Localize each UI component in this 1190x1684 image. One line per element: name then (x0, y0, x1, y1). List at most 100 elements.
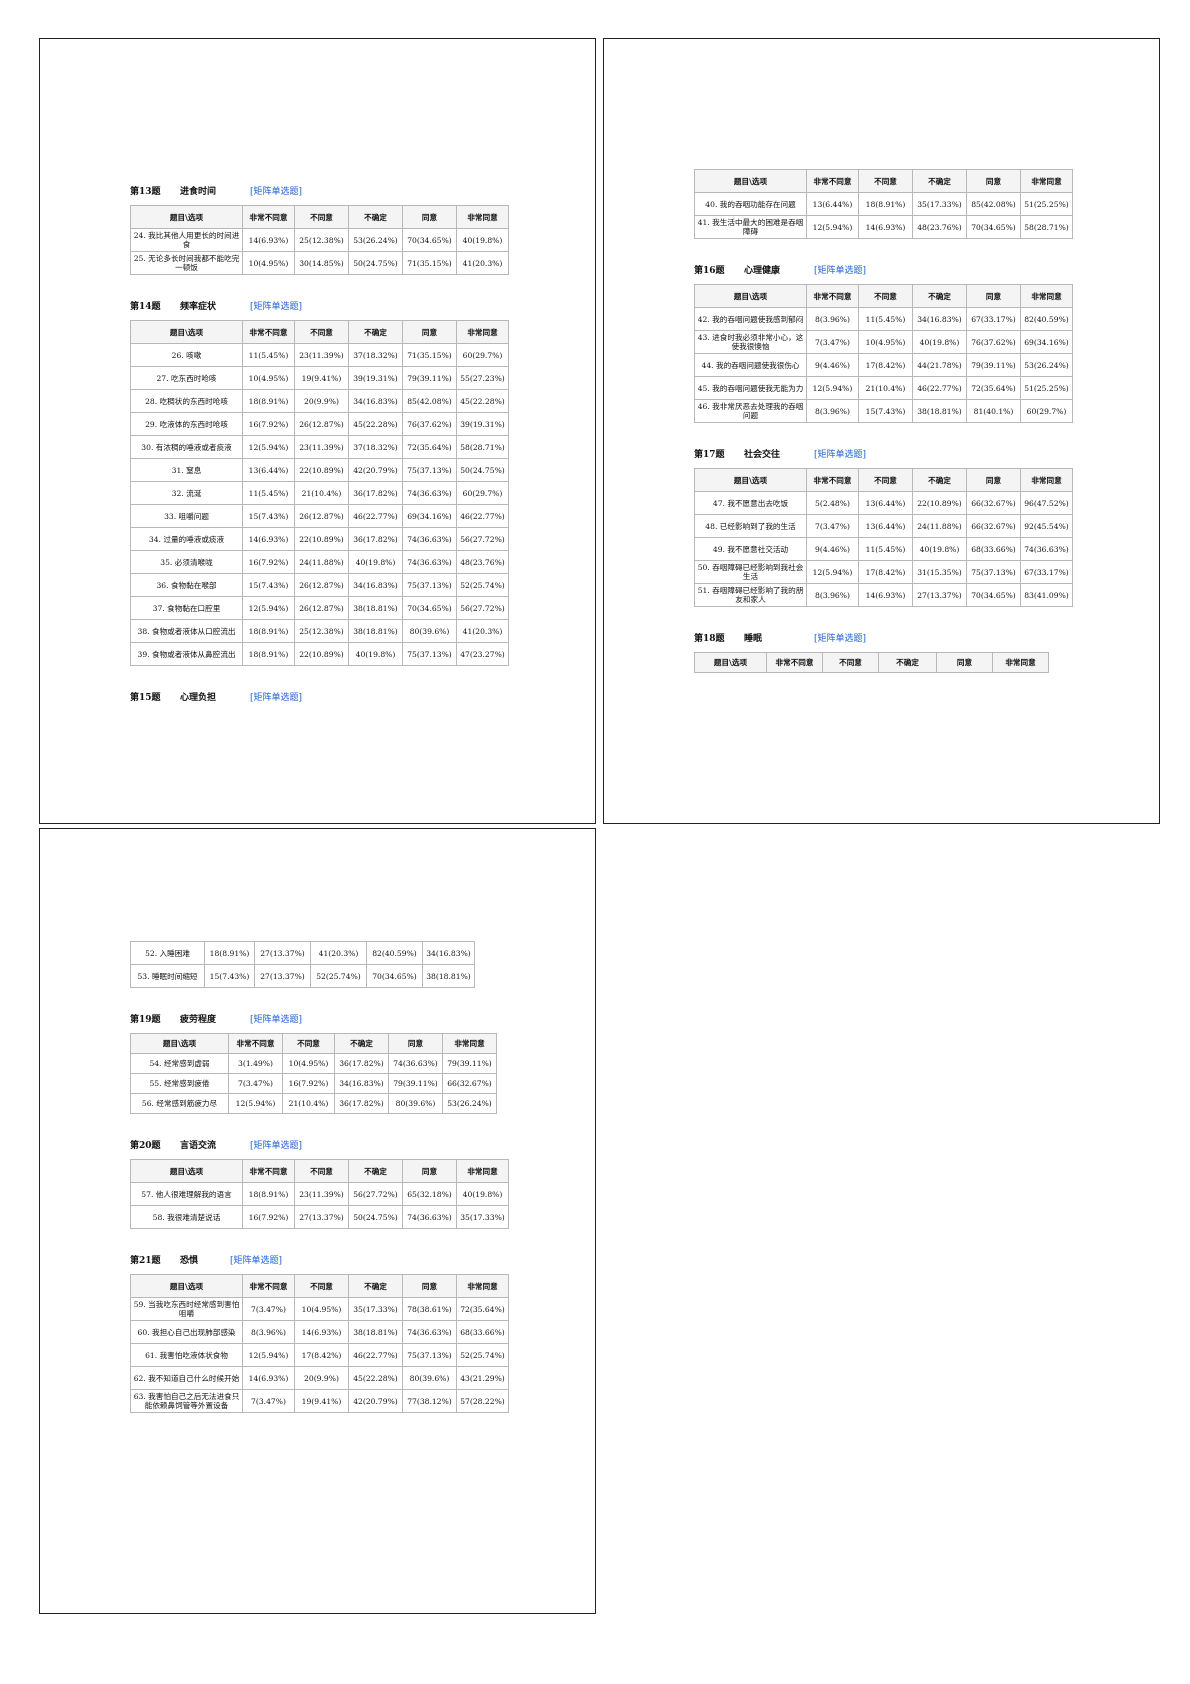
cell-value: 45(22.28%) (456, 389, 509, 413)
cell-value: 80(39.6%) (402, 1366, 457, 1390)
cell-value: 72(35.64%) (402, 435, 457, 459)
question-title: 言语交流 (180, 1141, 217, 1151)
question-type-link[interactable]: [矩阵单选题] (814, 634, 866, 644)
cell-value: 38(18.81%) (912, 399, 967, 423)
cell-value: 10(4.95%) (242, 251, 295, 275)
table-row: 41. 我生活中最大的困难是吞咽障碍 12(5.94%) 14(6.93%) 48(2… (694, 215, 1073, 239)
question-number: 第19题 (130, 1015, 161, 1025)
question-type-link[interactable]: [矩阵单选题] (250, 693, 302, 703)
cell-value: 13(6.44%) (858, 491, 913, 515)
cell-value: 40(19.8%) (348, 550, 403, 574)
cell-value: 7(3.47%) (242, 1297, 295, 1321)
cell-value: 18(8.91%) (242, 619, 295, 643)
column-header: 同意 (402, 1274, 457, 1298)
column-header: 非常同意 (456, 205, 509, 229)
cell-value: 45(22.28%) (348, 1366, 403, 1390)
page-3-content: 52. 入睡困难 18(8.91%) 27(13.37%) 41(20.3%) 82(4… (130, 941, 520, 1413)
cell-value: 42(20.79%) (348, 1389, 403, 1413)
cell-value: 16(7.92%) (242, 1205, 295, 1229)
question-type-link[interactable]: [矩阵单选题] (250, 1015, 302, 1025)
row-label: 46. 我非常厌恶去处理我的吞咽问题 (694, 399, 807, 423)
cell-value: 35(17.33%) (456, 1205, 509, 1229)
row-label: 24. 我比其他人用更长的时间进食 (130, 228, 243, 252)
cell-value: 56(27.72%) (456, 596, 509, 620)
column-header: 不同意 (294, 205, 349, 229)
cell-value: 38(18.81%) (348, 1320, 403, 1344)
question-type-link[interactable]: [矩阵单选题] (250, 1141, 302, 1151)
question-type-link[interactable]: [矩阵单选题] (250, 187, 302, 197)
question-number: 第18题 (694, 634, 725, 644)
cell-value: 17(8.42%) (858, 560, 913, 584)
table-header-row: 题目\选项 非常不同意 不同意 不确定 同意 非常同意 (130, 1274, 509, 1298)
question-14-header: 第14题 频率症状 [矩阵单选题] (130, 300, 520, 314)
question-18-header: 第18题 睡眠 [矩阵单选题] (694, 632, 1084, 646)
cell-value: 26(12.87%) (294, 504, 349, 528)
table-row: 24. 我比其他人用更长的时间进食 14(6.93%) 25(12.38%) 53(2… (130, 228, 509, 252)
question-18-table-header: 题目\选项 非常不同意 不同意 不确定 同意 非常同意 (694, 652, 1049, 673)
question-title: 疲劳程度 (180, 1015, 217, 1025)
column-header: 同意 (402, 320, 457, 344)
cell-value: 27(13.37%) (254, 941, 311, 965)
cell-value: 48(23.76%) (456, 550, 509, 574)
column-header: 题目\选项 (130, 320, 243, 344)
question-number: 第15题 (130, 693, 161, 703)
question-type-link[interactable]: [矩阵单选题] (250, 302, 302, 312)
column-header: 非常不同意 (242, 1159, 295, 1183)
question-15-header: 第15题 心理负担 [矩阵单选题] (130, 691, 520, 705)
question-type-link[interactable]: [矩阵单选题] (230, 1256, 282, 1266)
cell-value: 8(3.96%) (242, 1320, 295, 1344)
question-type-link[interactable]: [矩阵单选题] (814, 266, 866, 276)
table-row: 57. 他人很难理解我的语言 18(8.91%) 23(11.39%) 56(27.7… (130, 1182, 509, 1206)
cell-value: 57(28.22%) (456, 1389, 509, 1413)
cell-value: 11(5.45%) (858, 307, 913, 331)
question-13-table: 题目\选项 非常不同意 不同意 不确定 同意 非常同意 24. 我比其他人用更长的时间进食 1… (130, 205, 509, 275)
cell-value: 69(34.16%) (1020, 330, 1073, 354)
cell-value: 53(26.24%) (1020, 353, 1073, 377)
table-row: 55. 经常感到疲倦 7(3.47%) 16(7.92%) 34(16.83%) 79(… (130, 1073, 497, 1094)
cell-value: 41(20.3%) (310, 941, 367, 965)
question-type-link[interactable]: [矩阵单选题] (814, 450, 866, 460)
cell-value: 50(24.75%) (348, 251, 403, 275)
question-title: 心理健康 (744, 266, 781, 276)
cell-value: 8(3.96%) (806, 307, 859, 331)
table-row: 50. 吞咽障碍已经影响到我社会生活 12(5.94%) 17(8.42%) 31(1… (694, 560, 1073, 584)
cell-value: 15(7.43%) (204, 964, 255, 988)
document-page-2: 题目\选项 非常不同意 不同意 不确定 同意 非常同意 40. 我的吞咽功能存在问题 13(6… (603, 38, 1160, 824)
cell-value: 7(3.47%) (242, 1389, 295, 1413)
cell-value: 21(10.4%) (282, 1093, 335, 1114)
column-header: 题目\选项 (694, 284, 807, 308)
cell-value: 79(39.11%) (966, 353, 1021, 377)
column-header: 题目\选项 (694, 169, 807, 193)
table-header-row: 题目\选项 非常不同意 不同意 不确定 同意 非常同意 (130, 1159, 509, 1183)
row-label: 29. 吃液体的东西时呛咳 (130, 412, 243, 436)
cell-value: 36(17.82%) (334, 1053, 389, 1074)
row-label: 28. 吃稠状的东西时呛咳 (130, 389, 243, 413)
cell-value: 12(5.94%) (242, 435, 295, 459)
column-header: 非常不同意 (806, 284, 859, 308)
cell-value: 76(37.62%) (402, 412, 457, 436)
question-16-table: 题目\选项 非常不同意 不同意 不确定 同意 非常同意 42. 我的吞咽问题使我感到郁闷 8(… (694, 284, 1073, 423)
page-2-content: 题目\选项 非常不同意 不同意 不确定 同意 非常同意 40. 我的吞咽功能存在问题 13(6… (694, 169, 1084, 673)
cell-value: 36(17.82%) (334, 1093, 389, 1114)
cell-value: 46(22.77%) (456, 504, 509, 528)
row-label: 53. 睡眠时间缩短 (130, 964, 205, 988)
table-row: 42. 我的吞咽问题使我感到郁闷 8(3.96%) 11(5.45%) 34(16.8… (694, 307, 1073, 331)
table-row: 36. 食物黏在喉部 15(7.43%) 26(12.87%) 34(16.83%) 7… (130, 573, 509, 597)
cell-value: 12(5.94%) (806, 560, 859, 584)
column-header: 同意 (402, 1159, 457, 1183)
cell-value: 46(22.77%) (348, 504, 403, 528)
cell-value: 41(20.3%) (456, 251, 509, 275)
cell-value: 40(19.8%) (456, 228, 509, 252)
question-13-header: 第13题 进食时间 [矩阵单选题] (130, 185, 520, 199)
column-header: 不确定 (912, 169, 967, 193)
cell-value: 3(1.49%) (228, 1053, 283, 1074)
column-header: 不确定 (348, 1274, 403, 1298)
cell-value: 65(32.18%) (402, 1182, 457, 1206)
column-header: 不同意 (858, 284, 913, 308)
table-row: 47. 我不愿意出去吃饭 5(2.48%) 13(6.44%) 22(10.89%) 6… (694, 491, 1073, 515)
cell-value: 75(37.13%) (966, 560, 1021, 584)
cell-value: 26(12.87%) (294, 596, 349, 620)
cell-value: 60(29.7%) (1020, 399, 1073, 423)
cell-value: 5(2.48%) (806, 491, 859, 515)
cell-value: 21(10.4%) (294, 481, 349, 505)
